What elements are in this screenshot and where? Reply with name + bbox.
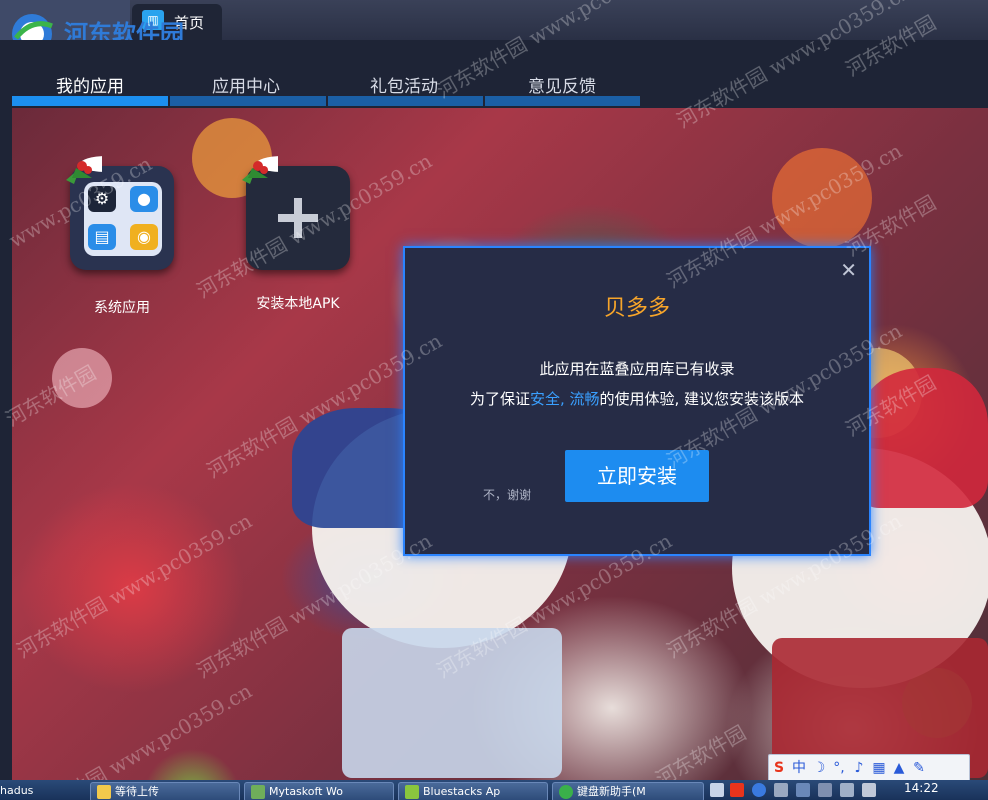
taskbar-item[interactable]: Mytaskoft Wo — [244, 782, 394, 800]
dialog-title: 贝多多 — [603, 296, 670, 321]
tray-icon[interactable] — [796, 783, 810, 797]
image-icon — [251, 785, 265, 799]
taskbar-item[interactable]: Bluestacks Ap — [398, 782, 548, 800]
app-label-system-apps: 系统应用 — [94, 300, 150, 316]
bluestacks-icon — [405, 785, 419, 799]
ime-toolbar: S 中 ☽ °, ♪ ▦ ▲ ✎ — [768, 754, 970, 782]
message-highlight: 安全, 流畅 — [529, 390, 600, 408]
globe-icon: ● — [130, 186, 158, 212]
tab-indicator — [170, 96, 326, 106]
file-manager-icon: ▤ — [88, 224, 116, 250]
sogou-tray-icon[interactable] — [730, 783, 744, 797]
windows-taskbar: hadus 等待上传 Mytaskoft Wo Bluestacks Ap 键盘… — [0, 780, 988, 800]
app-label-install-apk: 安装本地APK — [256, 296, 340, 312]
taskbar-item[interactable]: 等待上传 — [90, 782, 240, 800]
microphone-icon[interactable]: ♪ — [849, 755, 869, 781]
tab-my-apps[interactable]: 我的应用 — [56, 72, 124, 97]
holly-decoration-icon — [242, 156, 278, 184]
ime-chinese-mode-button[interactable]: 中 — [789, 755, 809, 781]
taskbar-item-label: 等待上传 — [115, 785, 159, 798]
tab-feedback[interactable]: 意见反馈 — [528, 72, 596, 97]
tab-gift-events[interactable]: 礼包活动 — [370, 72, 438, 97]
sogou-logo-icon[interactable]: S — [769, 755, 789, 781]
taskbar-item[interactable]: 键盘新助手(M — [552, 782, 704, 800]
folder-icon — [97, 785, 111, 799]
taskbar-item-label: Mytaskoft Wo — [269, 785, 343, 798]
taskbar-clock[interactable]: 14:22 — [904, 781, 939, 795]
punctuation-icon[interactable]: °, — [829, 755, 849, 781]
tab-indicator — [328, 96, 483, 106]
display-icon[interactable] — [818, 783, 832, 797]
tray-icon[interactable] — [840, 783, 854, 797]
network-icon[interactable] — [774, 783, 788, 797]
keyboard-icon[interactable]: ▦ — [869, 755, 889, 781]
language-icon[interactable] — [710, 783, 724, 797]
help-icon[interactable] — [752, 783, 766, 797]
volume-icon[interactable] — [862, 783, 876, 797]
left-frame — [0, 108, 12, 780]
no-thanks-button[interactable]: 不，谢谢 — [483, 486, 531, 503]
tab-indicator-active — [12, 96, 168, 106]
bluestacks-window: ▥ 首页 河东软件园 www.pc0359.cn 我的应用 应用中心 礼包活动 … — [0, 0, 988, 800]
app-icon — [559, 785, 573, 799]
tab-indicator — [485, 96, 640, 106]
moon-icon[interactable]: ☽ — [809, 755, 829, 781]
skin-shirt-icon[interactable]: ▲ — [889, 755, 909, 781]
wrench-icon[interactable]: ✎ — [909, 755, 929, 781]
camera-icon: ◉ — [130, 224, 158, 250]
taskbar-item[interactable]: hadus — [0, 782, 82, 800]
message-prefix: 为了保证 — [469, 390, 530, 408]
taskbar-item-label: Bluestacks Ap — [423, 785, 501, 798]
tab-app-center[interactable]: 应用中心 — [212, 72, 280, 97]
taskbar-item-label: 键盘新助手(M — [577, 785, 646, 798]
